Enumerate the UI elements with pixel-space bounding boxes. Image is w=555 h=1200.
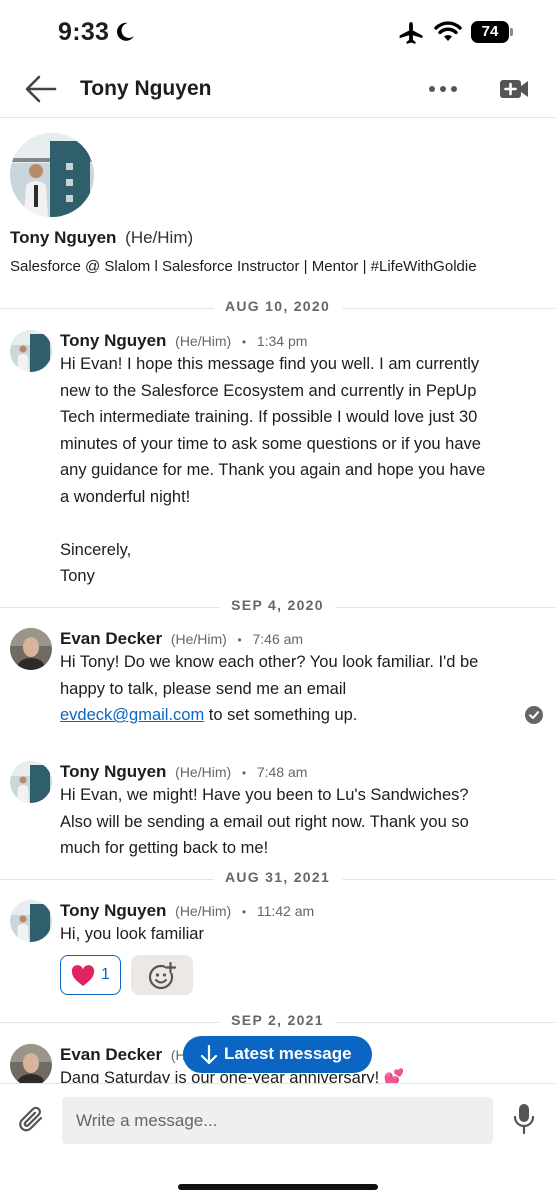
message-line: much for getting back to me!	[60, 839, 269, 857]
date-separator: SEP 2, 2021	[0, 1012, 555, 1034]
sender-name[interactable]: Tony Nguyen	[60, 762, 166, 781]
message-line: Hi, you look familiar	[60, 925, 204, 943]
profile-name-row: Tony Nguyen (He/Him)	[10, 228, 193, 248]
arrow-down-icon	[200, 1045, 218, 1065]
conversation-title[interactable]: Tony Nguyen	[80, 77, 211, 101]
latest-message-label: Latest message	[224, 1044, 352, 1063]
message-line: a wonderful night!	[60, 487, 191, 506]
profile-headline: Salesforce @ Slalom l Salesforce Instruc…	[10, 258, 477, 275]
message-line: Hi Evan! I hope this message find you we…	[60, 355, 480, 373]
read-receipt-icon	[525, 706, 543, 724]
sender-name[interactable]: Evan Decker	[60, 629, 162, 648]
heart-reaction-button[interactable]: 1	[60, 955, 121, 995]
message-line: Tech intermediate training. If possible …	[60, 408, 478, 426]
sender-avatar[interactable]	[10, 628, 52, 670]
conversation-header: Tony Nguyen	[0, 62, 555, 118]
message-time: 1:34 pm	[256, 333, 308, 349]
message-line: Also will be sending a email out right n…	[60, 812, 469, 831]
message-body: Hi Tony! Do we know each other? You look…	[60, 649, 530, 729]
airplane-icon	[399, 21, 423, 44]
sender-pronouns: (He/Him)	[170, 631, 227, 647]
message-line: Hi Tony! Do we know each other? You look…	[60, 653, 479, 671]
reaction-count: 1	[101, 966, 110, 983]
wifi-icon	[434, 21, 462, 41]
battery-nub	[510, 28, 513, 36]
message-line: Hi Evan, we might! Have you been to Lu's…	[60, 786, 469, 804]
sender-avatar[interactable]	[10, 900, 52, 942]
message-body: Hi Evan! I hope this message find you we…	[60, 351, 530, 590]
separator-dot: •	[241, 766, 247, 780]
paperclip-icon[interactable]	[16, 1104, 46, 1134]
sender-avatar[interactable]	[10, 1044, 52, 1083]
profile-name[interactable]: Tony Nguyen	[10, 228, 116, 247]
sender-pronouns: (He/Him)	[175, 764, 232, 780]
message-header: Tony Nguyen (He/Him) • 11:42 am	[60, 901, 314, 921]
date-separator-label: AUG 10, 2020	[212, 298, 343, 314]
message-line-with-link: evdeck@gmail.com to set something up.	[60, 702, 530, 729]
date-separator-label: SEP 4, 2020	[219, 597, 336, 613]
back-arrow-icon[interactable]	[24, 74, 58, 104]
sender-avatar[interactable]	[10, 330, 52, 372]
message-body: Hi, you look familiar	[60, 921, 530, 948]
video-call-icon[interactable]	[499, 76, 529, 102]
message-header: Evan Decker (He/Him) • 7:46 am	[60, 629, 303, 649]
heart-icon	[71, 965, 95, 986]
sender-avatar[interactable]	[10, 761, 52, 803]
add-reaction-button[interactable]	[131, 955, 193, 995]
microphone-icon[interactable]	[512, 1103, 536, 1135]
sender-pronouns: (He/Him)	[175, 333, 232, 349]
message-line: Sincerely,	[60, 540, 132, 559]
separator-dot: •	[241, 335, 247, 349]
home-indicator	[178, 1184, 378, 1190]
date-separator-label: SEP 2, 2021	[219, 1012, 336, 1028]
message-body: Hi Evan, we might! Have you been to Lu's…	[60, 782, 530, 862]
message-line: minutes of your time to ask some questio…	[60, 434, 481, 453]
latest-message-button[interactable]: Latest message	[183, 1036, 372, 1073]
sender-name[interactable]: Tony Nguyen	[60, 331, 166, 350]
separator-dot: •	[241, 905, 247, 919]
message-input[interactable]	[62, 1097, 493, 1144]
separator-dot: •	[237, 633, 242, 647]
sender-name[interactable]: Tony Nguyen	[60, 901, 166, 920]
message-time: 11:42 am	[256, 903, 315, 919]
profile-avatar[interactable]	[10, 133, 94, 217]
add-emoji-icon	[148, 962, 176, 990]
message-composer	[0, 1083, 555, 1200]
date-separator: SEP 4, 2020	[0, 597, 555, 619]
battery-level: 74	[471, 21, 509, 43]
message-line: any guidance for me. Thank you again and…	[60, 461, 486, 479]
battery-indicator: 74	[471, 21, 513, 44]
email-link[interactable]: evdeck@gmail.com	[60, 706, 204, 724]
sender-pronouns: (He/Him)	[175, 903, 232, 919]
profile-pronouns: (He/Him)	[125, 228, 194, 247]
more-options-icon[interactable]	[428, 84, 458, 94]
sender-name[interactable]: Evan Decker	[60, 1045, 162, 1064]
message-line: Tony	[60, 567, 95, 585]
message-line: new to the Salesforce Ecosystem and curr…	[60, 381, 477, 400]
date-separator: AUG 31, 2021	[0, 869, 555, 891]
message-header: Tony Nguyen (He/Him) • 7:48 am	[60, 762, 307, 782]
moon-icon	[117, 22, 134, 41]
message-time: 7:48 am	[256, 764, 308, 780]
message-header: Tony Nguyen (He/Him) • 1:34 pm	[60, 331, 307, 351]
message-line: happy to talk, please send me an email	[60, 679, 347, 698]
message-text: to set something up.	[204, 706, 358, 724]
date-separator-label: AUG 31, 2021	[212, 869, 343, 885]
status-time: 9:33	[58, 18, 110, 46]
message-time: 7:46 am	[252, 631, 304, 647]
status-bar: 9:33 74	[0, 0, 555, 62]
date-separator: AUG 10, 2020	[0, 298, 555, 320]
